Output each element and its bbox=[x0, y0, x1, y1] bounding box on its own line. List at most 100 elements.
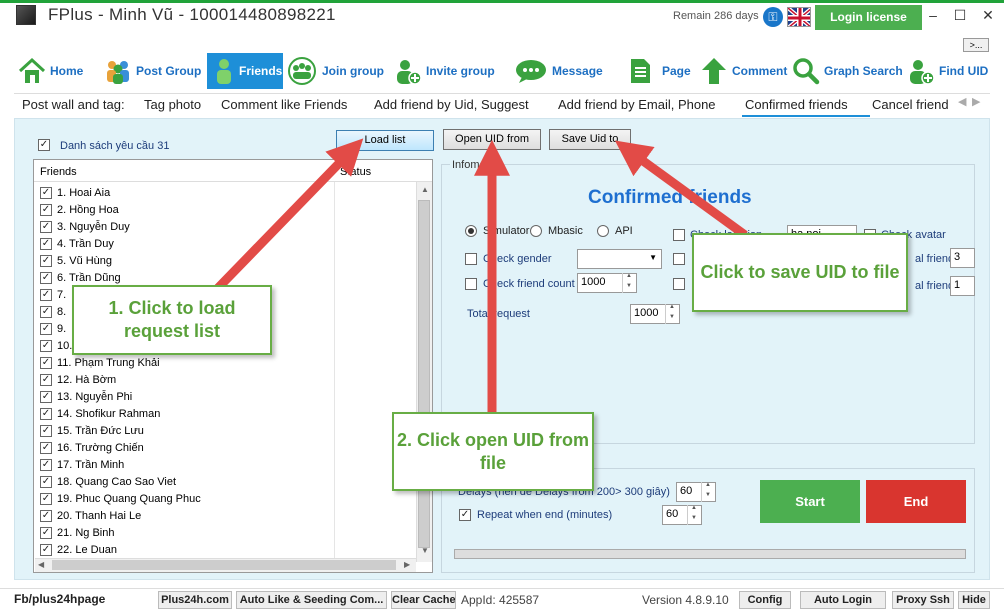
friend-checkbox[interactable]: ✓ bbox=[40, 221, 52, 233]
tab-scroll-left-icon[interactable]: ◀ bbox=[958, 95, 968, 108]
delays-spinner[interactable] bbox=[701, 482, 715, 502]
nav-find-uid[interactable]: Find UID bbox=[907, 53, 997, 89]
list-item[interactable]: ✓ 3. Nguyễn Duy bbox=[38, 219, 328, 236]
save-uid-button[interactable]: Save Uid to bbox=[549, 129, 631, 150]
friend-checkbox[interactable]: ✓ bbox=[40, 323, 52, 335]
total-request-spinner[interactable] bbox=[665, 304, 679, 324]
select-all-checkbox[interactable]: ✓ bbox=[38, 139, 50, 151]
scroll-down-icon[interactable]: ▼ bbox=[421, 546, 429, 555]
facebook-page-link[interactable]: Fb/plus24hpage bbox=[14, 592, 105, 606]
list-item[interactable]: ✓ 11. Phạm Trung Khải bbox=[38, 355, 328, 372]
repeat-checkbox[interactable]: ✓ bbox=[459, 509, 471, 521]
maximize-button[interactable]: ☐ bbox=[948, 5, 972, 25]
friends-list[interactable]: Friends Status ✓ 1. Hoai Aia ✓ 2. Hồng Hoa ✓… bbox=[33, 159, 433, 573]
gender-select[interactable]: ▼ bbox=[577, 249, 662, 269]
repeat-spinner[interactable] bbox=[687, 505, 701, 525]
tab-add-friend-email[interactable]: Add friend by Email, Phone bbox=[558, 97, 716, 112]
delays-input[interactable]: 60 bbox=[676, 482, 716, 502]
friend-checkbox[interactable]: ✓ bbox=[40, 527, 52, 539]
list-item[interactable]: ✓ 21. Ng Binh bbox=[38, 525, 328, 542]
config-button[interactable]: Config bbox=[739, 591, 791, 609]
list-item[interactable]: ✓ 20. Thanh Hai Le bbox=[38, 508, 328, 525]
mutual-lt-checkbox[interactable] bbox=[673, 253, 685, 265]
list-item[interactable]: ✓ 1. Hoai Aia bbox=[38, 185, 328, 202]
list-item[interactable]: ✓ 5. Vũ Hùng bbox=[38, 253, 328, 270]
friend-count-spinner[interactable] bbox=[622, 273, 636, 293]
start-button[interactable]: Start bbox=[760, 480, 860, 523]
minimize-button[interactable]: – bbox=[921, 5, 945, 25]
friend-count-input[interactable]: 1000 bbox=[577, 273, 637, 293]
friend-checkbox[interactable]: ✓ bbox=[40, 238, 52, 250]
nav-join-group[interactable]: Join group bbox=[286, 53, 390, 89]
check-gender-checkbox[interactable] bbox=[465, 253, 477, 265]
friend-checkbox[interactable]: ✓ bbox=[40, 493, 52, 505]
total-request-input[interactable]: 1000 bbox=[630, 304, 680, 324]
list-item[interactable]: ✓ 2. Hồng Hoa bbox=[38, 202, 328, 219]
list-item[interactable]: ✓ 12. Hà Bờm bbox=[38, 372, 328, 389]
plus24h-button[interactable]: Plus24h.com bbox=[158, 591, 232, 609]
check-location-checkbox[interactable] bbox=[673, 229, 685, 241]
tab-comment-like-friends[interactable]: Comment like Friends bbox=[221, 97, 347, 112]
column-friends[interactable]: Friends bbox=[40, 166, 77, 178]
nav-message[interactable]: Message bbox=[514, 53, 614, 89]
list-item[interactable]: ✓ 16. Trường Chiến bbox=[38, 440, 328, 457]
friend-checkbox[interactable]: ✓ bbox=[40, 510, 52, 522]
list-item[interactable]: ✓ 17. Trần Minh bbox=[38, 457, 328, 474]
mbasic-radio[interactable] bbox=[530, 225, 542, 237]
friend-checkbox[interactable]: ✓ bbox=[40, 306, 52, 318]
friend-checkbox[interactable]: ✓ bbox=[40, 289, 52, 301]
mutual-gt-checkbox[interactable] bbox=[673, 278, 685, 290]
check-friend-count-checkbox[interactable] bbox=[465, 278, 477, 290]
nav-friends[interactable]: Friends bbox=[207, 53, 283, 89]
load-list-button[interactable]: Load list bbox=[336, 130, 434, 151]
list-item[interactable]: ✓ 19. Phuc Quang Quang Phuc bbox=[38, 491, 328, 508]
tab-add-friend-uid[interactable]: Add friend by Uid, Suggest bbox=[374, 97, 529, 112]
scroll-right-icon[interactable]: ▶ bbox=[404, 560, 410, 569]
proxy-ssh-button[interactable]: Proxy Ssh bbox=[892, 591, 954, 609]
friend-checkbox[interactable]: ✓ bbox=[40, 459, 52, 471]
list-item[interactable]: ✓ 15. Trần Đức Lưu bbox=[38, 423, 328, 440]
friend-checkbox[interactable]: ✓ bbox=[40, 187, 52, 199]
tab-tag-photo[interactable]: Tag photo bbox=[144, 97, 201, 112]
tab-post-wall[interactable]: Post wall and tag: bbox=[22, 97, 125, 112]
friend-checkbox[interactable]: ✓ bbox=[40, 357, 52, 369]
scroll-up-icon[interactable]: ▲ bbox=[421, 185, 429, 194]
friend-checkbox[interactable]: ✓ bbox=[40, 442, 52, 454]
end-button[interactable]: End bbox=[866, 480, 966, 523]
hide-button[interactable]: Hide bbox=[958, 591, 990, 609]
clear-cache-button[interactable]: Clear Cache bbox=[391, 591, 456, 609]
nav-comment[interactable]: Comment bbox=[700, 53, 796, 89]
mutual-lt-input[interactable]: 3 bbox=[950, 248, 975, 268]
column-status[interactable]: Status bbox=[340, 166, 371, 178]
nav-page[interactable]: Page bbox=[626, 53, 706, 89]
list-item[interactable]: ✓ 14. Shofikur Rahman bbox=[38, 406, 328, 423]
tab-cancel-friend[interactable]: Cancel friend bbox=[872, 97, 948, 112]
auto-like-seeding-button[interactable]: Auto Like & Seeding Com... bbox=[236, 591, 387, 609]
api-radio[interactable] bbox=[597, 225, 609, 237]
scroll-left-icon[interactable]: ◀ bbox=[38, 560, 44, 569]
friend-checkbox[interactable]: ✓ bbox=[40, 255, 52, 267]
nav-graph-search[interactable]: Graph Search bbox=[792, 53, 904, 89]
key-icon[interactable]: ⚿ bbox=[763, 7, 783, 27]
tab-scroll-right-icon[interactable]: ▶ bbox=[972, 95, 982, 108]
repeat-input[interactable]: 60 bbox=[662, 505, 702, 525]
friend-checkbox[interactable]: ✓ bbox=[40, 391, 52, 403]
friend-checkbox[interactable]: ✓ bbox=[40, 408, 52, 420]
vertical-scroll-thumb[interactable] bbox=[418, 200, 430, 548]
mutual-gt-input[interactable]: 1 bbox=[950, 276, 975, 296]
friend-checkbox[interactable]: ✓ bbox=[40, 272, 52, 284]
auto-login-button[interactable]: Auto Login bbox=[800, 591, 886, 609]
friend-checkbox[interactable]: ✓ bbox=[40, 340, 52, 352]
friend-checkbox[interactable]: ✓ bbox=[40, 204, 52, 216]
nav-home[interactable]: Home bbox=[18, 53, 98, 89]
login-license-button[interactable]: Login license bbox=[815, 5, 922, 30]
friend-checkbox[interactable]: ✓ bbox=[40, 544, 52, 556]
tab-confirmed-friends[interactable]: Confirmed friends bbox=[745, 97, 848, 112]
more-button[interactable]: >... bbox=[963, 38, 989, 52]
horizontal-scroll-thumb[interactable] bbox=[52, 560, 396, 570]
list-item[interactable]: ✓ 18. Quang Cao Sao Viet bbox=[38, 474, 328, 491]
list-item[interactable]: ✓ 13. Nguyễn Phi bbox=[38, 389, 328, 406]
uk-flag-icon[interactable] bbox=[787, 7, 811, 27]
close-button[interactable]: ✕ bbox=[976, 5, 1000, 25]
open-uid-button[interactable]: Open UID from bbox=[443, 129, 541, 150]
